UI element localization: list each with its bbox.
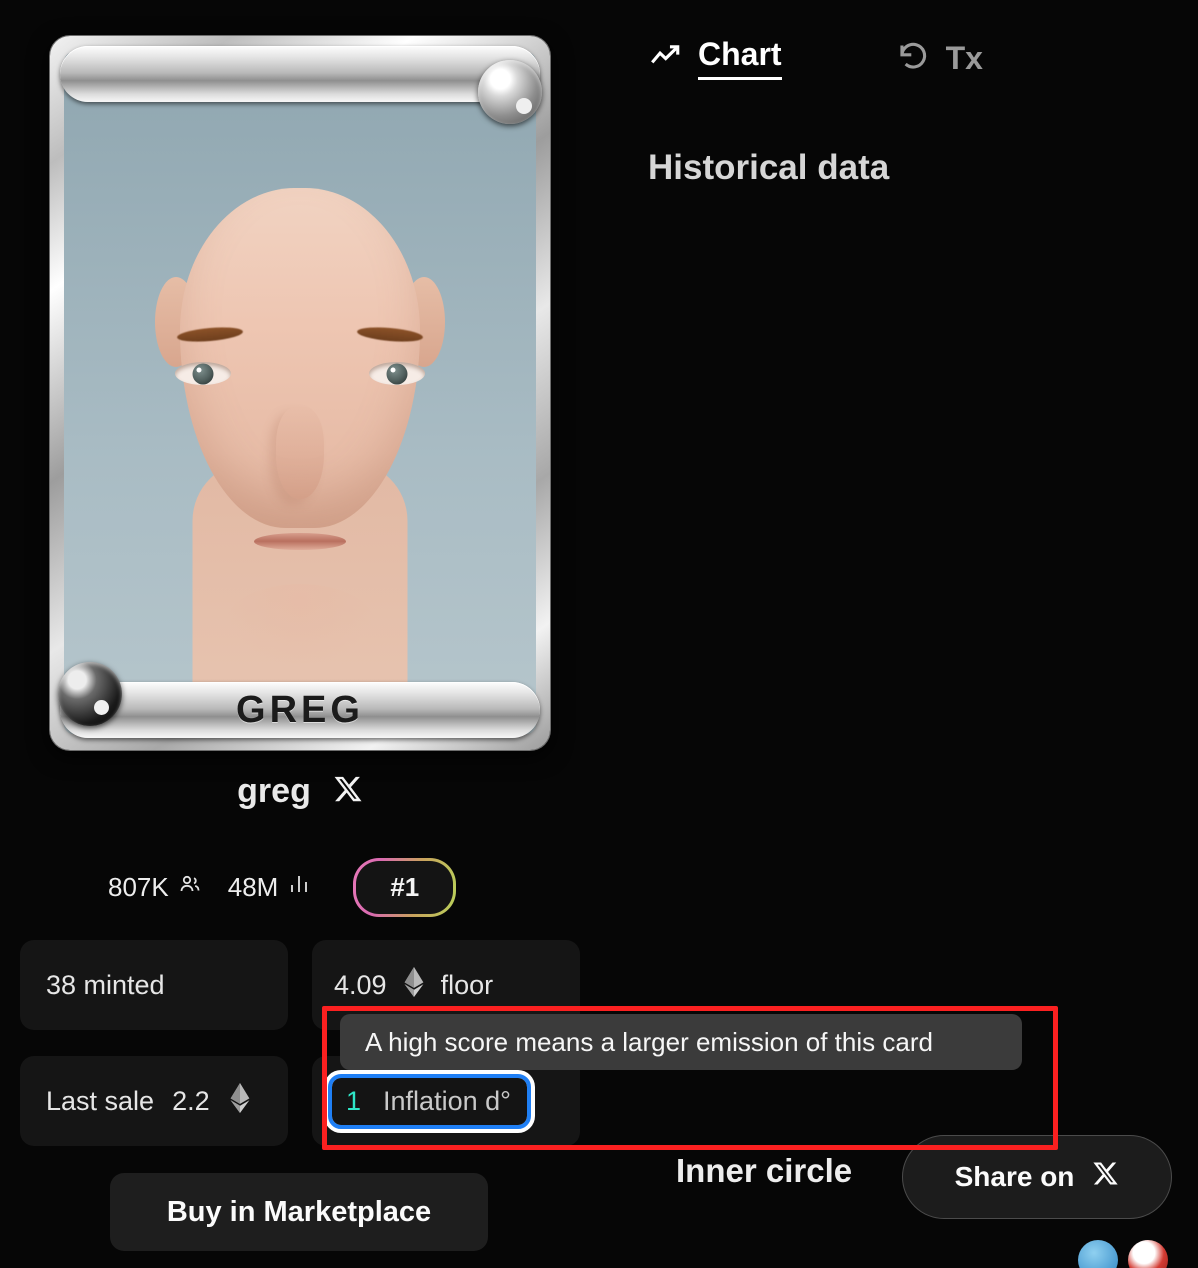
card-bottom-left-orb-icon bbox=[58, 662, 122, 726]
profile-name: greg bbox=[237, 772, 311, 810]
tab-tx[interactable]: Tx bbox=[878, 39, 1001, 78]
minted-label: 38 minted bbox=[46, 969, 165, 1000]
inner-circle-avatars bbox=[678, 1240, 1198, 1268]
nft-trading-card[interactable]: GREG bbox=[50, 36, 550, 750]
x-logo-icon[interactable] bbox=[333, 774, 363, 809]
bar-chart-icon bbox=[287, 872, 311, 903]
profile-name-row: greg bbox=[0, 772, 600, 811]
card-top-chrome-bar bbox=[60, 46, 540, 102]
card-bottom-chrome-bar: GREG bbox=[60, 682, 540, 738]
avatar[interactable] bbox=[1078, 1240, 1118, 1268]
tab-tx-label: Tx bbox=[945, 39, 983, 76]
trending-up-icon bbox=[648, 39, 682, 78]
holders-value: 807K bbox=[108, 872, 169, 902]
share-on-x-button[interactable]: Share on bbox=[902, 1135, 1172, 1219]
card-name-plate: GREG bbox=[236, 688, 364, 731]
volume-value: 48M bbox=[227, 872, 279, 902]
avatar[interactable] bbox=[1128, 1240, 1168, 1268]
history-rotate-icon bbox=[896, 39, 930, 78]
share-button-label: Share on bbox=[954, 1161, 1075, 1192]
last-sale-card[interactable]: Last sale 2.2 bbox=[20, 1056, 288, 1146]
portrait-image bbox=[64, 52, 536, 734]
historical-chart-canvas[interactable] bbox=[630, 210, 1170, 1090]
tab-chart-label: Chart bbox=[698, 36, 782, 80]
rank-badge-label: #1 bbox=[356, 861, 454, 914]
last-sale-value: 2.2 bbox=[172, 1085, 210, 1116]
floor-value: 4.09 bbox=[334, 969, 387, 1000]
ethereum-icon bbox=[402, 966, 426, 1004]
inflation-degree-focused-control[interactable]: 1 Inflation d° bbox=[328, 1073, 531, 1129]
tab-chart[interactable]: Chart bbox=[630, 36, 800, 80]
buy-in-marketplace-button[interactable]: Buy in Marketplace bbox=[110, 1173, 488, 1251]
app-root: GREG greg 807K 48M #1 38 minted Last sal… bbox=[0, 0, 1198, 1268]
card-artwork bbox=[64, 52, 536, 734]
x-logo-icon bbox=[1092, 1160, 1119, 1194]
inflation-tooltip: A high score means a larger emission of … bbox=[340, 1014, 1022, 1070]
inflation-label: Inflation d° bbox=[383, 1085, 511, 1116]
panel-tabs: Chart Tx bbox=[630, 36, 1001, 80]
last-sale-label: Last sale bbox=[46, 1085, 155, 1116]
historical-data-heading: Historical data bbox=[648, 148, 890, 187]
inner-circle-heading: Inner circle bbox=[676, 1152, 853, 1189]
inflation-value: 1 bbox=[346, 1085, 362, 1116]
card-top-right-orb-icon bbox=[478, 60, 542, 124]
minted-card[interactable]: 38 minted bbox=[20, 940, 288, 1030]
stats-row: 807K 48M #1 bbox=[0, 858, 600, 917]
right-column: Chart Tx Historical data Inner circle Sh… bbox=[600, 0, 1198, 1268]
left-column: GREG greg 807K 48M #1 38 minted Last sal… bbox=[0, 0, 600, 1268]
rank-badge[interactable]: #1 bbox=[353, 858, 457, 917]
ethereum-icon bbox=[228, 1082, 252, 1120]
people-icon bbox=[178, 872, 202, 903]
stat-holders: 807K bbox=[108, 872, 202, 903]
floor-label: floor bbox=[440, 969, 494, 1000]
stat-volume: 48M bbox=[228, 872, 312, 903]
